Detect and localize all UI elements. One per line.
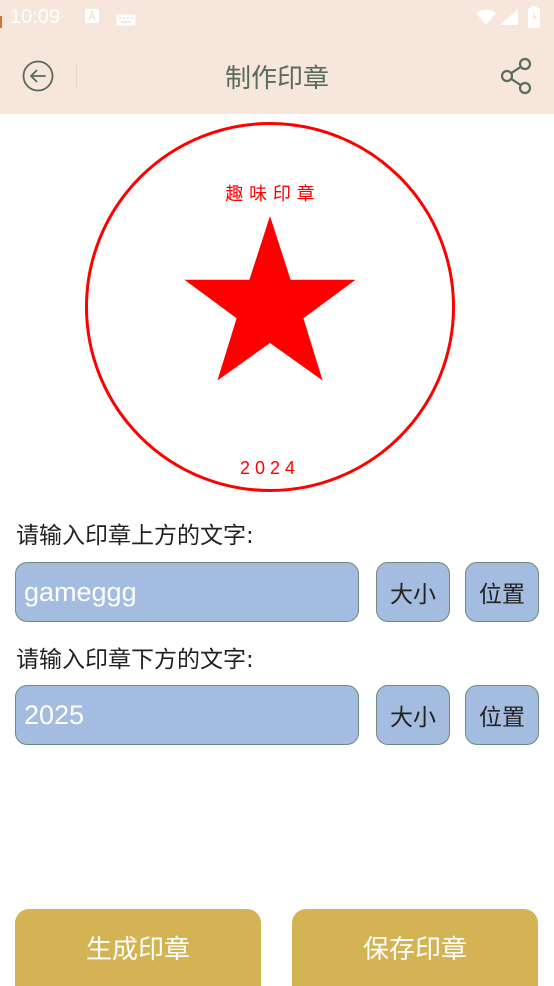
bottom-text-label: 请输入印章下方的文字: — [16, 647, 254, 673]
bottom-position-button[interactable]: 位置 — [465, 685, 539, 745]
top-size-button[interactable]: 大小 — [376, 562, 450, 622]
battery-icon — [528, 6, 540, 32]
top-text-label: 请输入印章上方的文字: — [16, 523, 254, 549]
status-bar: 10:09 — [0, 0, 554, 38]
page-title: 制作印章 — [224, 64, 329, 94]
share-button[interactable] — [498, 56, 534, 96]
generate-seal-button[interactable]: 生成印章 — [15, 909, 261, 986]
wifi-icon — [476, 9, 496, 29]
app-bar: 制作印章 — [0, 38, 554, 114]
keyboard-icon — [116, 11, 136, 30]
seal-top-text: 趣 味 印 章 — [225, 184, 314, 205]
seal-preview: 趣 味 印 章 2024 — [85, 122, 455, 492]
share-icon — [500, 57, 532, 95]
bottom-size-button[interactable]: 大小 — [376, 685, 450, 745]
top-position-button[interactable]: 位置 — [465, 562, 539, 622]
a-logo-icon — [84, 8, 100, 28]
edge-mark — [0, 16, 2, 28]
seal-bottom-text: 2024 — [240, 458, 300, 478]
save-seal-button[interactable]: 保存印章 — [292, 909, 538, 986]
signal-icon — [500, 9, 518, 29]
top-text-input[interactable] — [15, 562, 359, 622]
status-time: 10:09 — [10, 6, 61, 28]
star-icon — [184, 216, 356, 381]
bottom-text-input[interactable] — [15, 685, 359, 745]
